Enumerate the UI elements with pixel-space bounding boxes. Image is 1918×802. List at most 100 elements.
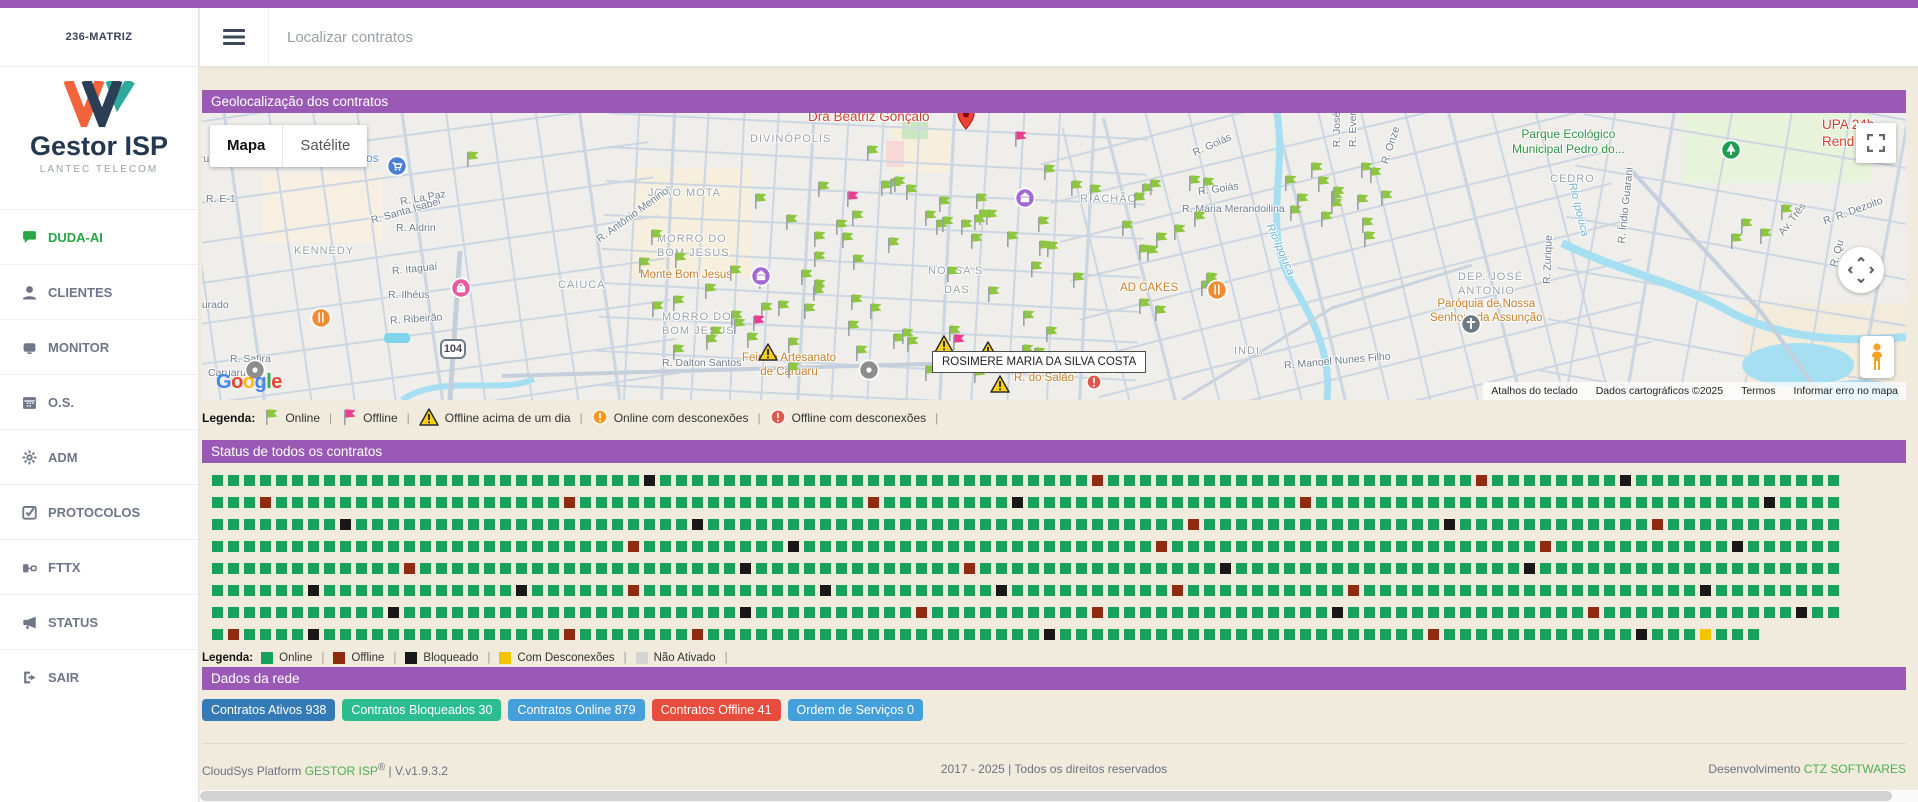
contract-square[interactable]: [1604, 519, 1615, 530]
contract-square[interactable]: [324, 585, 335, 596]
contract-square[interactable]: [1492, 519, 1503, 530]
contract-square[interactable]: [1188, 497, 1199, 508]
contract-square[interactable]: [948, 475, 959, 486]
contract-square[interactable]: [1572, 497, 1583, 508]
badge-ordem-de-servi-os-0[interactable]: Ordem de Serviços 0: [788, 699, 923, 721]
contract-square[interactable]: [676, 585, 687, 596]
contract-square[interactable]: [964, 519, 975, 530]
contract-square[interactable]: [740, 475, 751, 486]
contract-square[interactable]: [804, 475, 815, 486]
contract-square[interactable]: [404, 629, 415, 640]
contract-square[interactable]: [1060, 475, 1071, 486]
contract-square[interactable]: [580, 629, 591, 640]
contract-square[interactable]: [1428, 585, 1439, 596]
contract-square[interactable]: [756, 497, 767, 508]
contract-square[interactable]: [212, 497, 223, 508]
contract-square[interactable]: [644, 497, 655, 508]
contract-square[interactable]: [1396, 607, 1407, 618]
online-flag-marker[interactable]: [904, 334, 920, 358]
contract-square[interactable]: [996, 607, 1007, 618]
contract-square[interactable]: [420, 475, 431, 486]
contract-square[interactable]: [1508, 607, 1519, 618]
contract-square[interactable]: [1300, 563, 1311, 574]
contract-square[interactable]: [1812, 497, 1823, 508]
contract-square[interactable]: [1764, 607, 1775, 618]
contract-square[interactable]: [1188, 541, 1199, 552]
contract-square[interactable]: [1204, 497, 1215, 508]
contract-square[interactable]: [900, 563, 911, 574]
contract-square[interactable]: [388, 563, 399, 574]
contract-square[interactable]: [372, 497, 383, 508]
sidebar-item-sair[interactable]: SAIR: [0, 649, 198, 704]
contract-square[interactable]: [1812, 585, 1823, 596]
contract-square[interactable]: [420, 519, 431, 530]
contract-square[interactable]: [1140, 497, 1151, 508]
online-flag-marker[interactable]: [811, 249, 827, 273]
contract-square[interactable]: [532, 497, 543, 508]
contract-square[interactable]: [1636, 475, 1647, 486]
contract-square[interactable]: [1428, 607, 1439, 618]
contract-square[interactable]: [212, 607, 223, 618]
contract-square[interactable]: [708, 563, 719, 574]
online-flag-marker[interactable]: [1152, 303, 1168, 327]
contract-square[interactable]: [500, 607, 511, 618]
contract-square[interactable]: [1044, 563, 1055, 574]
contract-square[interactable]: [756, 585, 767, 596]
contract-square[interactable]: [852, 497, 863, 508]
contract-square[interactable]: [1732, 563, 1743, 574]
contract-square[interactable]: [1652, 563, 1663, 574]
contract-square[interactable]: [1556, 519, 1567, 530]
contract-square[interactable]: [852, 519, 863, 530]
contract-square[interactable]: [708, 519, 719, 530]
search-input[interactable]: [269, 29, 689, 46]
contract-square[interactable]: [1588, 563, 1599, 574]
contract-square[interactable]: [228, 541, 239, 552]
contract-square[interactable]: [1476, 475, 1487, 486]
contract-square[interactable]: [1444, 497, 1455, 508]
contract-square[interactable]: [244, 475, 255, 486]
contract-square[interactable]: [1188, 475, 1199, 486]
contract-square[interactable]: [1364, 607, 1375, 618]
contract-square[interactable]: [756, 519, 767, 530]
contract-square[interactable]: [1188, 585, 1199, 596]
contract-square[interactable]: [1316, 497, 1327, 508]
contract-square[interactable]: [1156, 475, 1167, 486]
contract-square[interactable]: [1028, 607, 1039, 618]
contract-square[interactable]: [932, 563, 943, 574]
contract-square[interactable]: [1268, 629, 1279, 640]
contract-square[interactable]: [1684, 475, 1695, 486]
contract-square[interactable]: [1428, 497, 1439, 508]
contract-square[interactable]: [964, 607, 975, 618]
contract-square[interactable]: [1348, 563, 1359, 574]
footer-brand-link[interactable]: GESTOR ISP: [305, 764, 378, 778]
contract-square[interactable]: [1396, 585, 1407, 596]
online-flag-marker[interactable]: [1087, 182, 1103, 206]
contract-square[interactable]: [372, 607, 383, 618]
contract-square[interactable]: [1268, 475, 1279, 486]
contract-square[interactable]: [1044, 607, 1055, 618]
contract-square[interactable]: [804, 497, 815, 508]
online-flag-marker[interactable]: [839, 230, 855, 254]
contract-square[interactable]: [868, 519, 879, 530]
contract-square[interactable]: [836, 519, 847, 530]
contract-square[interactable]: [1444, 607, 1455, 618]
contract-square[interactable]: [388, 629, 399, 640]
contract-square[interactable]: [1556, 607, 1567, 618]
contract-square[interactable]: [468, 607, 479, 618]
contract-square[interactable]: [1332, 541, 1343, 552]
contract-square[interactable]: [1828, 563, 1839, 574]
contract-square[interactable]: [1348, 607, 1359, 618]
contract-square[interactable]: [1220, 497, 1231, 508]
contract-square[interactable]: [260, 497, 271, 508]
contract-square[interactable]: [356, 585, 367, 596]
contract-square[interactable]: [1396, 519, 1407, 530]
contract-square[interactable]: [596, 607, 607, 618]
contract-square[interactable]: [1380, 519, 1391, 530]
contract-square[interactable]: [388, 497, 399, 508]
contract-square[interactable]: [468, 519, 479, 530]
contract-square[interactable]: [324, 629, 335, 640]
contract-square[interactable]: [292, 497, 303, 508]
online-flag-marker[interactable]: [1757, 226, 1773, 250]
contract-square[interactable]: [1076, 519, 1087, 530]
contract-square[interactable]: [996, 563, 1007, 574]
